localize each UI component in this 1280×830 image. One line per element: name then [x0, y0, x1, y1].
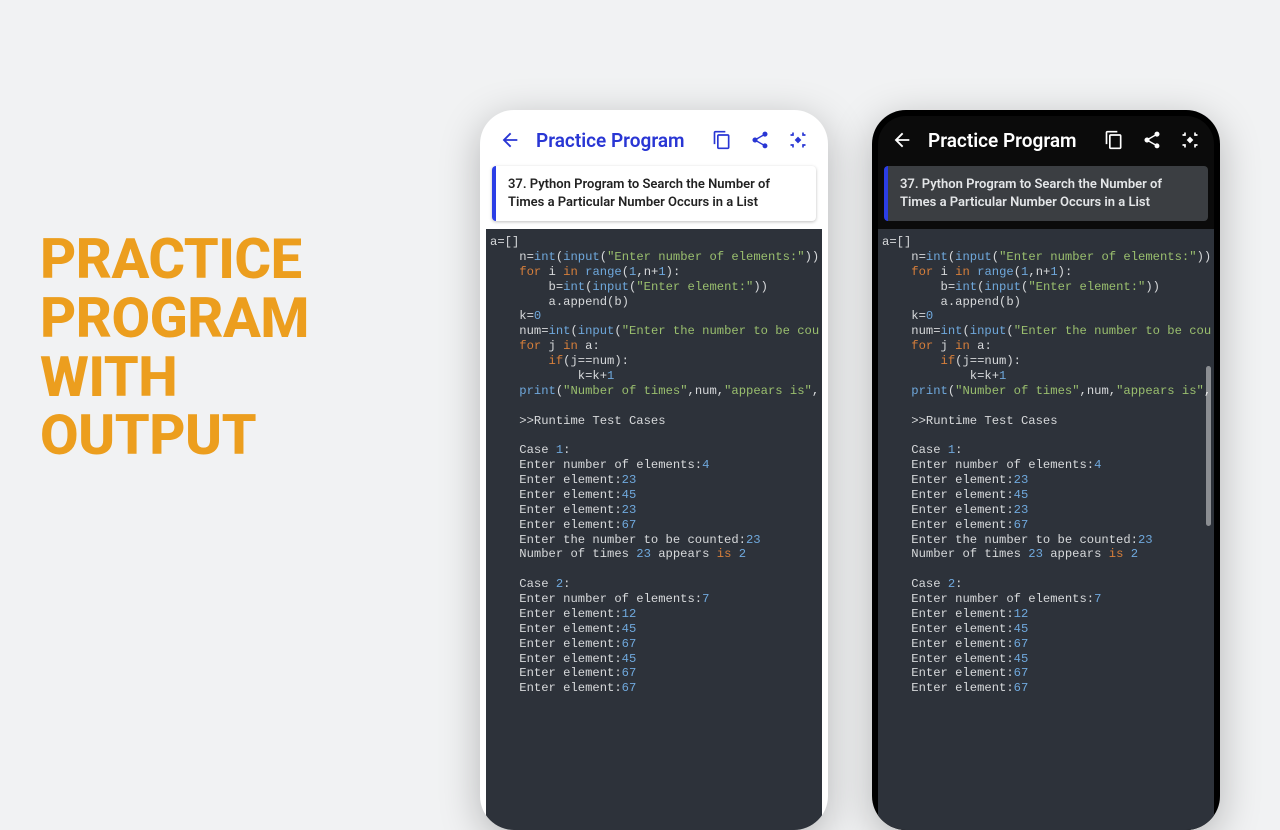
problem-title-text: 37. Python Program to Search the Number … [508, 177, 770, 210]
fullscreen-button[interactable] [1176, 126, 1204, 154]
headline-line: PROGRAM [40, 289, 309, 348]
headline-line: OUTPUT [40, 406, 309, 465]
share-icon [750, 130, 770, 150]
headline-line: PRACTICE [40, 230, 309, 289]
share-icon [1142, 130, 1162, 150]
appbar-title: Practice Program [928, 129, 1077, 152]
app-bar: Practice Program [878, 116, 1214, 164]
problem-title-card[interactable]: 37. Python Program to Search the Number … [492, 166, 816, 221]
scrollbar-thumb[interactable] [1206, 366, 1211, 526]
headline-line: WITH [40, 348, 309, 407]
copy-button[interactable] [1100, 126, 1128, 154]
app-bar: Practice Program [486, 116, 822, 164]
code-viewer[interactable]: a=[] n=int(input("Enter number of elemen… [486, 229, 822, 830]
fullscreen-icon [788, 130, 808, 150]
code-viewer[interactable]: a=[] n=int(input("Enter number of elemen… [878, 229, 1214, 830]
problem-title-text: 37. Python Program to Search the Number … [900, 177, 1162, 210]
copy-icon [712, 130, 732, 150]
back-button[interactable] [496, 126, 524, 154]
share-button[interactable] [1138, 126, 1166, 154]
fullscreen-icon [1180, 130, 1200, 150]
fullscreen-button[interactable] [784, 126, 812, 154]
phone-mockup-dark: Practice Program 37. Python Program to S… [872, 110, 1220, 830]
appbar-title: Practice Program [536, 129, 685, 152]
back-button[interactable] [888, 126, 916, 154]
copy-icon [1104, 130, 1124, 150]
problem-title-card[interactable]: 37. Python Program to Search the Number … [884, 166, 1208, 221]
share-button[interactable] [746, 126, 774, 154]
copy-button[interactable] [708, 126, 736, 154]
arrow-left-icon [499, 129, 521, 151]
marketing-headline: PRACTICE PROGRAM WITH OUTPUT [40, 230, 309, 465]
arrow-left-icon [891, 129, 913, 151]
phone-mockup-light: Practice Program 37. Python Program to S… [480, 110, 828, 830]
